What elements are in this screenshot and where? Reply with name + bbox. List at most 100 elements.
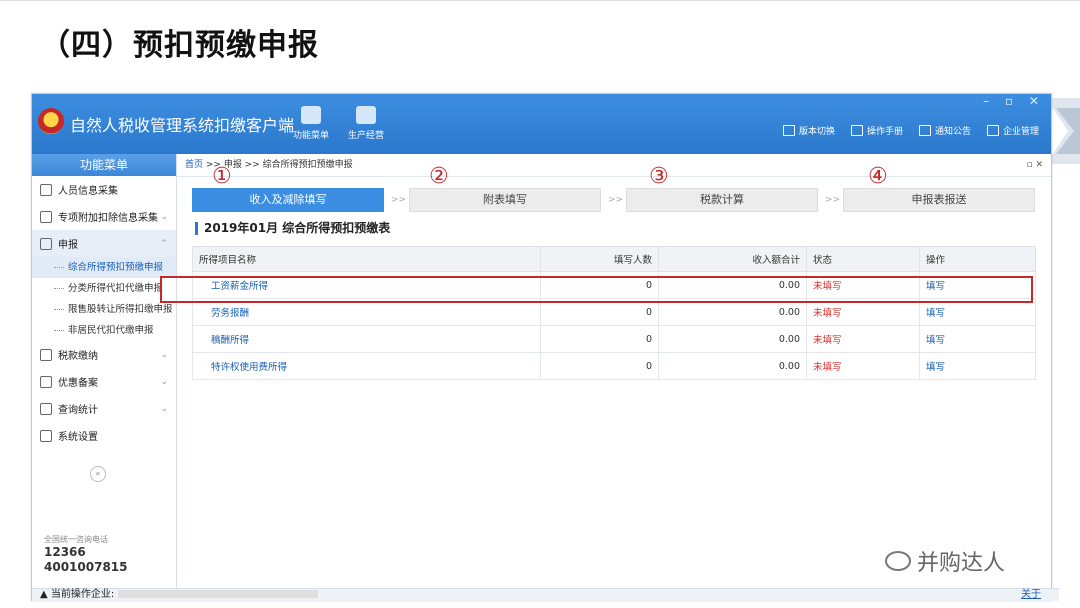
sidebar-item-tax-payment[interactable]: 税款缴纳 ⌄ <box>32 341 176 368</box>
sidebar-header: 功能菜单 <box>32 154 176 176</box>
menu-icon <box>301 106 321 124</box>
sidebar-item-label: 系统设置 <box>58 432 98 443</box>
notice-label: 通知公告 <box>934 127 971 137</box>
row-name: 稿酬所得 <box>192 325 541 353</box>
hotline-number-1: 12366 <box>44 545 86 559</box>
sidebar-item-query[interactable]: 查询统计 ⌄ <box>32 395 176 422</box>
sidebar-item-label: 税款缴纳 <box>58 351 98 362</box>
col-amount: 收入额合计 <box>658 246 807 272</box>
step-income[interactable]: 收入及减除填写 <box>192 188 384 212</box>
toolbar-menu-button[interactable]: 功能菜单 <box>287 106 335 141</box>
breadcrumb: 首页 >> 申报 >> 综合所得预扣预缴申报 ▫ ✕ <box>177 154 1051 177</box>
manual-label: 操作手册 <box>866 127 903 137</box>
main-panel: 首页 >> 申报 >> 综合所得预扣预缴申报 ▫ ✕ ① 收入及减除填写 >> … <box>177 154 1051 588</box>
chevron-down-icon: ⌄ <box>160 349 168 360</box>
step-tax-calc[interactable]: 税款计算 <box>626 188 818 212</box>
tax-emblem-icon <box>38 108 64 134</box>
grid-icon <box>40 237 52 250</box>
step-number-3: ③ <box>649 164 669 189</box>
breadcrumb-home[interactable]: 首页 <box>185 160 203 170</box>
about-link[interactable]: 关于 <box>1021 589 1041 601</box>
step-attachment[interactable]: 附表填写 <box>409 188 601 212</box>
row-amount: 0.00 <box>658 352 807 380</box>
watermark: 并购达人 <box>885 545 1005 577</box>
switch-icon <box>782 125 795 136</box>
row-status: 未填写 <box>806 325 920 353</box>
row-amount: 0.00 <box>658 325 807 353</box>
sidebar-item-settings[interactable]: 系统设置 <box>32 422 176 449</box>
col-action: 操作 <box>919 246 1036 272</box>
version-switch-link[interactable]: 版本切换 <box>782 124 835 137</box>
current-company-label: 当前操作企业: <box>50 589 115 600</box>
step-submit[interactable]: 申报表报送 <box>843 188 1035 212</box>
status-bar: ▲ 当前操作企业: 关于 <box>32 588 1059 601</box>
slide-title: （四）预扣预缴申报 <box>40 28 319 63</box>
chevron-down-icon: ⌄ <box>160 211 168 222</box>
row-name: 特许权使用费所得 <box>192 352 541 380</box>
chevron-down-icon: ⌄ <box>160 376 168 387</box>
manual-icon <box>850 125 863 136</box>
notice-icon <box>918 125 931 136</box>
col-name: 所得项目名称 <box>192 246 541 272</box>
sidebar-item-personnel[interactable]: 人员信息采集 <box>32 176 176 203</box>
person-icon <box>40 183 52 196</box>
watermark-text: 并购达人 <box>917 551 1006 576</box>
app-title: 自然人税收管理系统扣缴客户端 <box>70 116 295 135</box>
company-label: 企业管理 <box>1002 127 1039 137</box>
step-number-2: ② <box>429 164 449 189</box>
hotline-number-2: 4001007815 <box>44 560 128 574</box>
report-table: 所得项目名称 填写人数 收入额合计 状态 操作 工资薪金所得 0 0.00 未填… <box>192 246 1036 380</box>
sidebar-item-declare[interactable]: 申报 ⌃ <box>32 230 176 257</box>
toolbar-production-label: 生产经营 <box>347 131 384 141</box>
row-count: 0 <box>540 352 659 380</box>
row-count: 0 <box>540 325 659 353</box>
person-icon: ▲ <box>40 589 48 600</box>
step-bar: ① 收入及减除填写 >> ② 附表填写 >> ③ 税款计算 >> ④ 申报表报送 <box>192 164 1052 212</box>
app-window: 自然人税收管理系统扣缴客户端 功能菜单 生产经营 – ▫ ✕ 版本切换 操作手册… <box>31 93 1059 601</box>
wechat-icon <box>885 551 911 571</box>
doc-icon <box>40 375 52 388</box>
chevron-up-icon: ⌃ <box>160 238 168 249</box>
company-link[interactable]: 企业管理 <box>986 124 1039 137</box>
table-row: 特许权使用费所得 0 0.00 未填写 填写 <box>192 352 1036 380</box>
sidebar-subitem-classified[interactable]: 分类所得代扣代缴申报 <box>32 278 176 299</box>
version-switch-label: 版本切换 <box>798 127 835 137</box>
sidebar-item-special-deduction[interactable]: 专项附加扣除信息采集 ⌄ <box>32 203 176 230</box>
window-controls[interactable]: – ▫ ✕ <box>983 94 1045 108</box>
grid-icon <box>40 402 52 415</box>
step-number-4: ④ <box>868 164 888 189</box>
sidebar-item-preference[interactable]: 优惠备案 ⌄ <box>32 368 176 395</box>
highlight-box <box>160 276 1033 303</box>
sidebar-subitem-restricted-stock[interactable]: 限售股转让所得扣缴申报 <box>32 299 176 320</box>
col-count: 填写人数 <box>540 246 659 272</box>
fill-link[interactable]: 填写 <box>919 352 1036 380</box>
grid-icon <box>40 429 52 442</box>
sidebar-item-label: 专项附加扣除信息采集 <box>58 213 158 224</box>
fill-link[interactable]: 填写 <box>919 325 1036 353</box>
manual-link[interactable]: 操作手册 <box>850 124 903 137</box>
step-separator: >> <box>391 195 407 205</box>
table-header-row: 所得项目名称 填写人数 收入额合计 状态 操作 <box>192 246 1036 272</box>
step-number-1: ① <box>212 164 232 189</box>
col-status: 状态 <box>806 246 920 272</box>
top-rule <box>0 0 1080 1</box>
sidebar-subitem-nonresident[interactable]: 非居民代扣代缴申报 <box>32 320 176 341</box>
sidebar-subitem-comprehensive[interactable]: 综合所得预扣预缴申报 <box>32 257 176 278</box>
panel-controls[interactable]: ▫ ✕ <box>1026 154 1043 176</box>
toolbar-menu-label: 功能菜单 <box>292 131 329 141</box>
notice-link[interactable]: 通知公告 <box>918 124 971 137</box>
toolbar-production-button[interactable]: 生产经营 <box>342 106 390 141</box>
sidebar-item-label: 人员信息采集 <box>58 186 118 197</box>
step-separator: >> <box>608 195 624 205</box>
sidebar: 功能菜单 人员信息采集 专项附加扣除信息采集 ⌄ 申报 ⌃ 综合所得预扣预缴申报 分… <box>32 154 177 588</box>
report-title: 2019年01月 综合所得预扣预缴表 <box>195 222 390 235</box>
title-bar: 自然人税收管理系统扣缴客户端 功能菜单 生产经营 – ▫ ✕ 版本切换 操作手册… <box>32 94 1051 154</box>
sidebar-item-label: 查询统计 <box>58 405 98 416</box>
company-name-redacted <box>118 590 319 598</box>
top-links: 版本切换 操作手册 通知公告 企业管理 <box>782 124 1039 137</box>
hotline-label: 全国统一咨询电话 <box>44 535 108 544</box>
collapse-sidebar-button[interactable]: « <box>90 466 106 482</box>
company-icon <box>986 125 999 136</box>
list-icon <box>40 210 52 223</box>
hotline: 全国统一咨询电话 12366 4001007815 <box>44 534 128 575</box>
